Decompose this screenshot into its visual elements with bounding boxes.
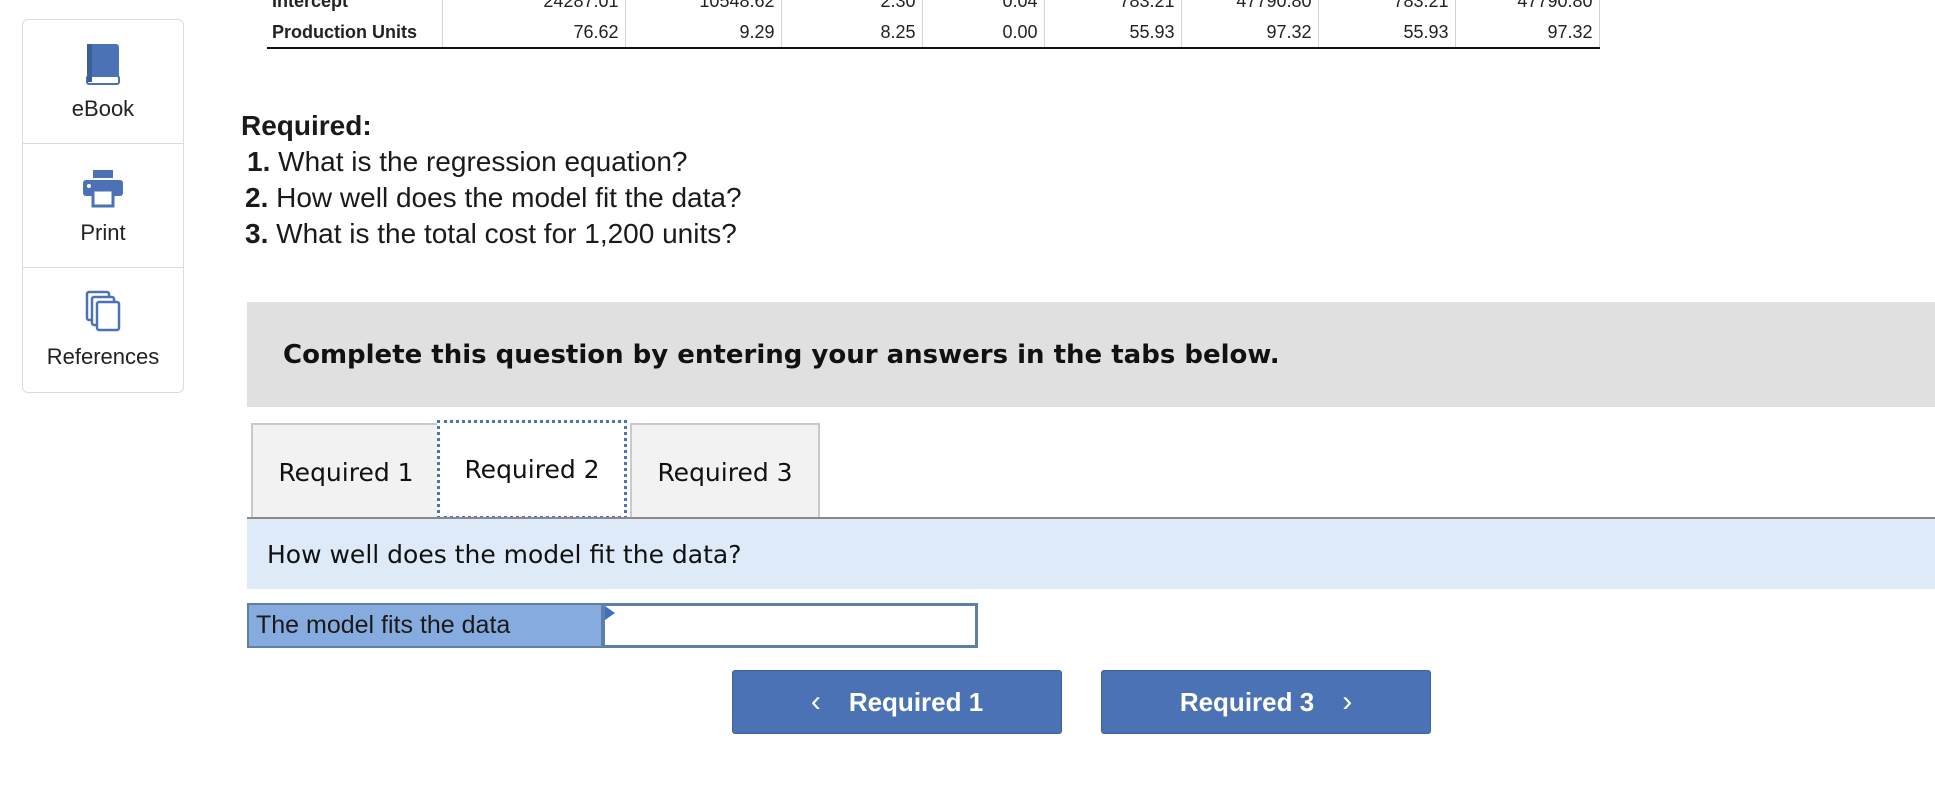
sidebar-item-label: References <box>46 344 160 369</box>
sidebar-item-label: Print <box>80 219 126 245</box>
table-cell: 76.62 <box>442 17 626 49</box>
question-number: 1. <box>247 146 271 177</box>
required-question-2: 2. How well does the model fit the data? <box>245 180 742 216</box>
table-cell: 8.25 <box>781 17 923 49</box>
table-row: Intercept 24287.01 10548.62 2.30 0.04 78… <box>267 0 1600 17</box>
table-cell: 47790.80 <box>1455 0 1600 17</box>
table-cell: 0.04 <box>922 0 1045 17</box>
question-text: How well does the model fit the data? <box>268 182 742 213</box>
table-cell: 0.00 <box>922 17 1045 49</box>
table-cell: 9.29 <box>625 17 782 49</box>
instruction-text: Complete this question by entering your … <box>283 339 1280 370</box>
required-question-3: 3. What is the total cost for 1,200 unit… <box>245 216 742 252</box>
book-icon <box>81 42 125 86</box>
table-cell: 2.30 <box>781 0 923 17</box>
question-text: What is the regression equation? <box>270 146 688 177</box>
question-number: 3. <box>245 218 269 249</box>
answer-label: The model fits the data <box>247 603 603 648</box>
sidebar-item-references[interactable]: References <box>23 268 183 392</box>
table-row: Production Units 76.62 9.29 8.25 0.00 55… <box>267 17 1600 49</box>
table-cell: 24287.01 <box>442 0 626 17</box>
table-cell: 783.21 <box>1044 0 1182 17</box>
input-marker-icon <box>605 606 615 620</box>
required-section: Required: 1. What is the regression equa… <box>241 110 742 252</box>
question-text: What is the total cost for 1,200 units? <box>268 218 737 249</box>
table-cell: 97.32 <box>1455 17 1600 49</box>
tab-required-3[interactable]: Required 3 <box>630 423 820 519</box>
question-number: 2. <box>245 182 269 213</box>
required-title: Required: <box>241 110 372 141</box>
sidebar-item-ebook[interactable]: eBook <box>23 20 183 144</box>
chevron-right-icon: › <box>1342 685 1353 718</box>
table-cell: 10548.62 <box>625 0 782 17</box>
printer-icon <box>81 166 125 210</box>
documents-icon <box>81 290 125 334</box>
instruction-banner: Complete this question by entering your … <box>247 302 1935 407</box>
next-required-button[interactable]: Required 3 › <box>1101 670 1431 734</box>
table-cell: 47790.80 <box>1181 0 1319 17</box>
table-cell: 55.93 <box>1044 17 1182 49</box>
tab-required-2[interactable]: Required 2 <box>437 420 627 519</box>
required-question-1: 1. What is the regression equation? <box>247 144 742 180</box>
sidebar: eBook Print References <box>22 19 184 393</box>
next-button-label: Required 3 <box>1179 686 1315 717</box>
sidebar-item-label: eBook <box>71 95 135 121</box>
table-cell: 783.21 <box>1318 0 1456 17</box>
sidebar-item-print[interactable]: Print <box>23 144 183 268</box>
regression-table: Intercept 24287.01 10548.62 2.30 0.04 78… <box>267 0 1600 49</box>
prev-required-button[interactable]: ‹ Required 1 <box>732 670 1062 734</box>
answer-input[interactable] <box>602 603 978 648</box>
table-cell: 97.32 <box>1181 17 1319 49</box>
row-label: Intercept <box>267 0 443 17</box>
chevron-left-icon: ‹ <box>810 685 821 718</box>
prev-button-label: Required 1 <box>848 686 984 717</box>
table-cell: 55.93 <box>1318 17 1456 49</box>
tab-required-1[interactable]: Required 1 <box>251 423 441 519</box>
question-text: How well does the model fit the data? <box>267 539 742 569</box>
row-label: Production Units <box>267 17 443 49</box>
question-bar: How well does the model fit the data? <box>247 519 1935 589</box>
